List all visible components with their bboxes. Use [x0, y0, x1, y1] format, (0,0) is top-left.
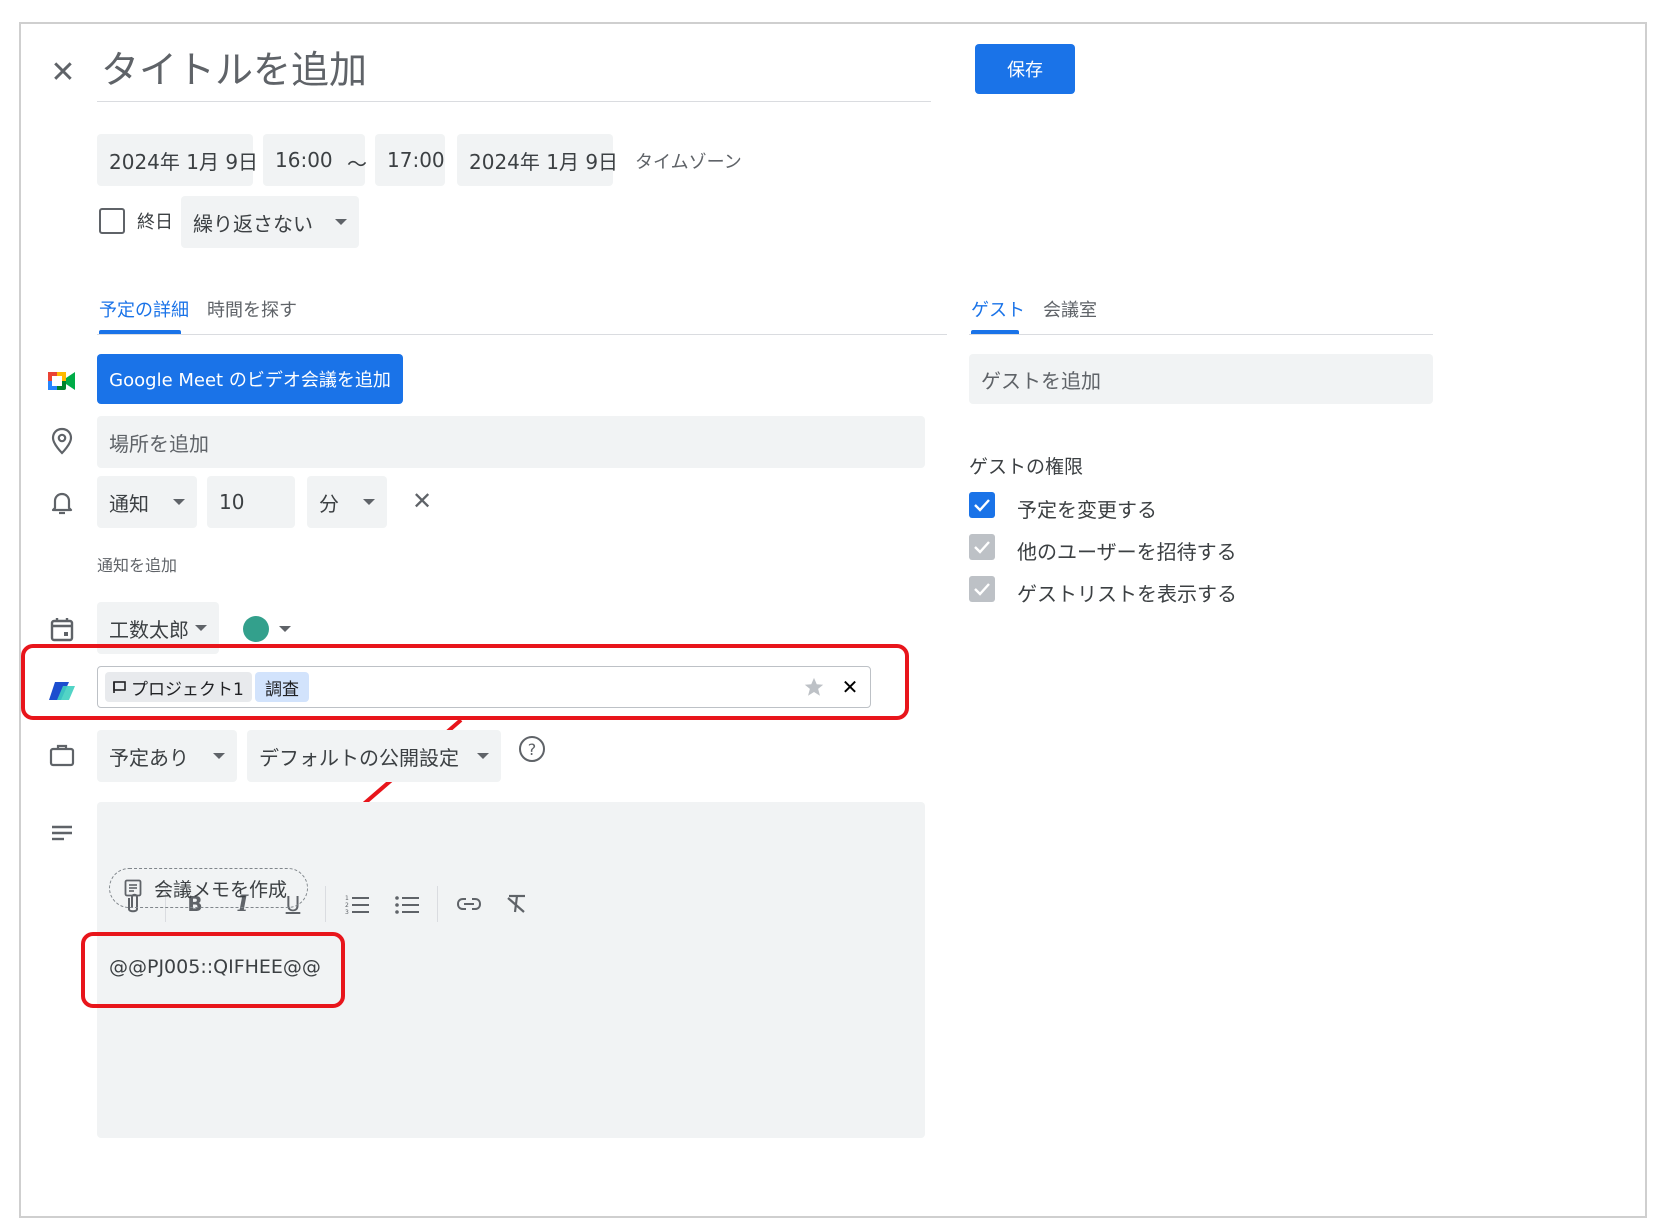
permission-invite-label: 他のユーザーを招待する	[1017, 540, 1237, 564]
create-meeting-notes-button[interactable]: 会議メモを作成	[109, 868, 309, 908]
availability-dropdown[interactable]: 予定あり	[97, 730, 237, 782]
add-guest-input[interactable]: ゲストを追加	[969, 354, 1433, 404]
briefcase-icon	[47, 740, 77, 770]
event-editor: ✕ タイトルを追加 保存 2024年 1月 9日 16:00 ～ 17:00 2…	[19, 22, 1647, 1218]
notes-icon	[124, 879, 142, 897]
help-icon[interactable]: ?	[519, 736, 545, 762]
guest-permissions-title: ゲストの権限	[969, 456, 1084, 478]
visibility-value: デフォルトの公開設定	[259, 745, 459, 770]
chevron-down-icon	[213, 753, 225, 759]
visibility-dropdown[interactable]: デフォルトの公開設定	[247, 730, 501, 782]
permission-see-list-checkbox[interactable]	[969, 576, 995, 602]
availability-value: 予定あり	[109, 745, 189, 770]
check-icon	[974, 583, 990, 596]
permission-invite-checkbox[interactable]	[969, 534, 995, 560]
toolbar-separator	[325, 886, 326, 922]
chevron-down-icon	[477, 753, 489, 759]
link-icon[interactable]	[455, 890, 483, 918]
check-icon	[974, 541, 990, 554]
svg-text:1: 1	[345, 895, 349, 902]
meeting-notes-label: 会議メモを作成	[154, 878, 288, 901]
description-icon	[47, 818, 77, 848]
numbered-list-icon[interactable]: 1 2 3	[343, 890, 371, 918]
bullet-list-icon[interactable]	[393, 890, 421, 918]
check-icon	[974, 499, 990, 512]
permission-modify-label: 予定を変更する	[1017, 498, 1157, 522]
svg-text:2: 2	[345, 902, 349, 909]
clear-formatting-icon[interactable]	[503, 890, 531, 918]
svg-text:3: 3	[345, 909, 349, 914]
permission-modify-checkbox[interactable]	[969, 492, 995, 518]
description-body-text[interactable]: @@PJ005::QIFHEE@@	[109, 956, 321, 978]
permission-see-list-label: ゲストリストを表示する	[1017, 582, 1237, 606]
toolbar-separator	[437, 886, 438, 922]
